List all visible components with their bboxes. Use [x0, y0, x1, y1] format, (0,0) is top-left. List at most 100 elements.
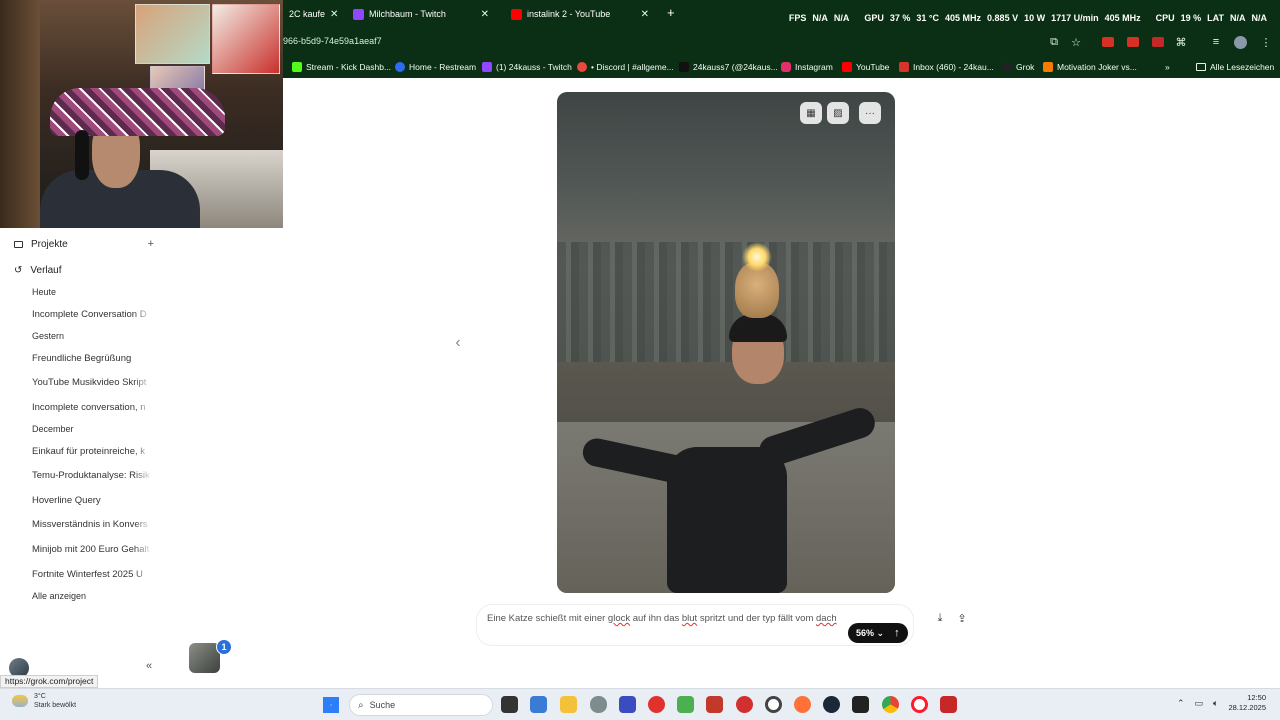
- weather-temp: 3°C: [34, 693, 46, 700]
- cast-icon[interactable]: ⧉: [1047, 35, 1061, 49]
- reading-list-icon[interactable]: ≡: [1209, 35, 1223, 49]
- show-all-link[interactable]: Alle anzeigen: [32, 591, 86, 601]
- zoom-send-control[interactable]: 56% ⌄ ↑: [848, 623, 908, 643]
- share-icon[interactable]: ⇪: [952, 609, 972, 627]
- fan-speed: 1717 U/min: [1051, 13, 1099, 23]
- status-bar-url: https://grok.com/project: [0, 675, 99, 688]
- tab-milchbaum[interactable]: Milchbaum - Twitch ✕: [347, 0, 495, 28]
- prompt-input-box[interactable]: Eine Katze schießt mit einer glock auf i…: [476, 604, 914, 646]
- windows-taskbar: 3°C Stark bewölkt ⌕ Suche ⌃ ▭ 🔈︎ 12:50 2…: [0, 688, 1280, 720]
- bookmark-instagram[interactable]: Instagram: [781, 60, 833, 74]
- file-explorer-icon[interactable]: [501, 696, 518, 713]
- bookmark-star-icon[interactable]: ☆: [1069, 35, 1083, 49]
- bookmarks-overflow-button[interactable]: »: [1165, 60, 1170, 74]
- browser-url-bar: 966-b5d9-74e59a1aeaf7 ⧉ ☆ ⌘ ≡ ⋮: [283, 28, 1280, 56]
- puzzle-extensions-icon[interactable]: ⌘: [1174, 35, 1188, 49]
- bookmark-youtube[interactable]: YouTube: [842, 60, 889, 74]
- bookmark-grok[interactable]: Grok: [1002, 60, 1034, 74]
- firefox-icon[interactable]: [794, 696, 811, 713]
- image-edit-icon[interactable]: ▨: [827, 102, 849, 124]
- bookmark-twitch[interactable]: (1) 24kauss - Twitch: [482, 60, 572, 74]
- history-item[interactable]: Minijob mit 200 Euro Gehalt: [32, 544, 152, 555]
- network-icon[interactable]: ▭: [1195, 698, 1204, 709]
- bookmark-discord[interactable]: • Discord | #allgeme...: [577, 60, 674, 74]
- instagram-icon: [781, 62, 791, 72]
- clock[interactable]: 12:50 28.12.2025: [1228, 693, 1266, 713]
- mouse-app-icon[interactable]: [590, 696, 607, 713]
- taskbar-search[interactable]: ⌕ Suche: [349, 694, 493, 716]
- close-icon[interactable]: ✕: [641, 9, 649, 20]
- tab-2c-kaufe[interactable]: 2C kaufe ✕: [283, 0, 344, 28]
- v-app-icon[interactable]: [619, 696, 636, 713]
- close-icon[interactable]: ✕: [330, 9, 338, 20]
- grid-view-icon[interactable]: ▦: [800, 102, 822, 124]
- red-circle-app-icon[interactable]: [736, 696, 753, 713]
- tab-label: instalink 2 - YouTube: [527, 9, 611, 19]
- gpu-voltage: 0.885 V: [987, 13, 1019, 23]
- download-icon[interactable]: ⤓: [930, 609, 950, 627]
- gpu-label: GPU: [864, 13, 884, 23]
- tab-instalink[interactable]: instalink 2 - YouTube ✕: [505, 0, 655, 28]
- history-item[interactable]: Hoverline Query: [32, 495, 152, 506]
- all-bookmarks-button[interactable]: Alle Lesezeichen: [1196, 60, 1274, 74]
- bookmark-label: Motivation Joker vs...: [1057, 62, 1137, 72]
- bookmark-label: • Discord | #allgeme...: [591, 62, 674, 72]
- zoom-label: 56%: [856, 627, 875, 638]
- chrome-icon[interactable]: [882, 696, 899, 713]
- history-item[interactable]: Fortnite Winterfest 2025 U: [32, 569, 152, 580]
- layers-app-icon[interactable]: [677, 696, 694, 713]
- red-box-app-icon[interactable]: [940, 696, 957, 713]
- collapse-sidebar-icon[interactable]: «: [146, 660, 152, 672]
- volume-icon[interactable]: 🔈︎: [1213, 698, 1218, 709]
- history-item[interactable]: Missverständnis in Konvers: [32, 519, 152, 530]
- history-item[interactable]: Einkauf für proteinreiche, k: [32, 446, 152, 457]
- bookmark-motivation[interactable]: Motivation Joker vs...: [1043, 60, 1137, 74]
- zoom-dropdown[interactable]: 56% ⌄: [856, 628, 884, 639]
- sidebar-item-history[interactable]: ↺ Verlauf: [14, 265, 62, 276]
- chevron-down-icon: ⌄: [876, 627, 885, 638]
- weather-widget[interactable]: 3°C Stark bewölkt: [12, 692, 76, 710]
- more-options-icon[interactable]: ···: [859, 102, 881, 124]
- bookmark-restream[interactable]: Home - Restream: [395, 60, 476, 74]
- tiktok-icon: [679, 62, 689, 72]
- history-item[interactable]: Freundliche Begrüßung: [32, 353, 152, 364]
- webcam-poster: [212, 4, 280, 74]
- steam-icon[interactable]: [823, 696, 840, 713]
- windows-start-icon[interactable]: [323, 697, 339, 713]
- send-arrow-icon[interactable]: ↑: [894, 627, 900, 639]
- menu-kebab-icon[interactable]: ⋮: [1259, 35, 1273, 49]
- folder-icon[interactable]: [560, 696, 577, 713]
- adblock-extension-icon[interactable]: [1102, 37, 1114, 47]
- history-item[interactable]: Incomplete conversation, n: [32, 402, 152, 413]
- bookmark-label: 24kauss7 (@24kaus...: [693, 62, 778, 72]
- history-item[interactable]: YouTube Musikvideo Skript: [32, 377, 152, 388]
- history-item[interactable]: Incomplete Conversation D: [32, 309, 152, 320]
- mem-clock: 405 MHz: [1104, 13, 1141, 23]
- bookmark-inbox[interactable]: Inbox (460) - 24kau...: [899, 60, 994, 74]
- ring-app-icon[interactable]: [765, 696, 782, 713]
- bookmark-kick[interactable]: Stream - Kick Dashb...: [292, 60, 391, 74]
- gpu-temp: 31 °C: [916, 13, 940, 23]
- bookmark-tiktok[interactable]: 24kauss7 (@24kaus...: [679, 60, 778, 74]
- gpu-usage: 37 %: [889, 13, 911, 23]
- url-field[interactable]: 966-b5d9-74e59a1aeaf7: [283, 36, 382, 46]
- opera-gx-icon[interactable]: [648, 696, 665, 713]
- close-icon[interactable]: ✕: [481, 9, 489, 20]
- new-tab-icon[interactable]: +: [667, 5, 675, 20]
- add-project-icon[interactable]: +: [148, 238, 154, 250]
- calculator-icon[interactable]: [530, 696, 547, 713]
- extension-icon[interactable]: [1152, 37, 1164, 47]
- profile-avatar-icon[interactable]: [1233, 35, 1247, 49]
- folder-icon: [14, 240, 23, 248]
- prompt-text[interactable]: Eine Katze schießt mit einer glock auf i…: [487, 611, 847, 627]
- epic-games-icon[interactable]: [852, 696, 869, 713]
- youtube-icon: [511, 8, 522, 20]
- chevron-left-icon[interactable]: ‹: [450, 334, 466, 352]
- sidebar-item-projects[interactable]: Projekte +: [14, 238, 154, 250]
- opera-icon[interactable]: [911, 696, 928, 713]
- history-item[interactable]: Temu-Produktanalyse: Risik: [32, 470, 152, 481]
- gray-box-app-icon[interactable]: [706, 696, 723, 713]
- chevron-up-icon[interactable]: ⌃: [1177, 698, 1185, 709]
- extension-icon[interactable]: [1127, 37, 1139, 47]
- cloud-sun-icon: [12, 695, 28, 707]
